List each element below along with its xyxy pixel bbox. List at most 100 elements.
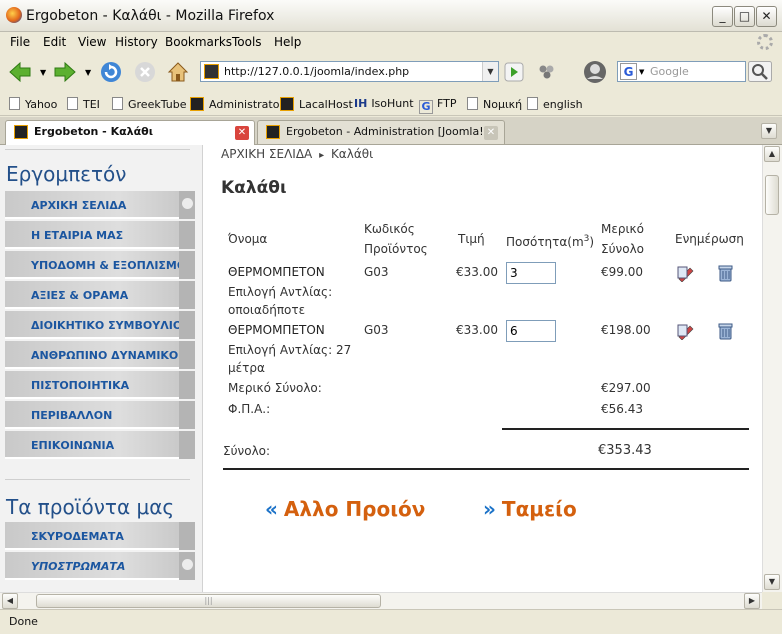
sidebar-item-values[interactable]: ΑΞΙΕΣ & ΟΡΑΜΑ <box>5 281 195 309</box>
sidebar-item-concrete[interactable]: ΣΚΥΡΟΔΕΜΑΤΑ <box>5 522 195 550</box>
bookmark-isohunt[interactable]: IH IsoHunt <box>354 97 414 110</box>
search-box[interactable]: G ▼ Google <box>617 61 746 82</box>
row2-option-line1: Επιλογή Αντλίας: 27 <box>228 343 352 357</box>
menu-history[interactable]: History <box>115 35 158 49</box>
sidebar-item-board[interactable]: ΔΙΟΙΚΗΤΙΚΟ ΣΥΜΒΟΥΛΙΟ <box>5 311 195 339</box>
bookmark-yahoo[interactable]: Yahoo <box>9 97 57 111</box>
sidebar-item-infrastructure[interactable]: ΥΠΟΔΟΜΗ & ΕΞΟΠΛΙΣΜΟΣ <box>5 251 195 279</box>
tab-cart[interactable]: Ergobeton - Καλάθι ✕ <box>5 120 255 145</box>
maximize-button[interactable]: □ <box>734 6 755 27</box>
checkout-link[interactable]: » Ταμείο <box>483 497 577 521</box>
row1-quantity-input[interactable] <box>506 262 556 284</box>
close-tab-icon[interactable]: ✕ <box>235 126 249 140</box>
bookmark-administrator[interactable]: Administrator <box>190 97 284 111</box>
horizontal-scroll-thumb[interactable]: ||| <box>36 594 381 608</box>
home-icon[interactable] <box>166 60 190 84</box>
page-content: Εργομπετόν ΑΡΧΙΚΗ ΣΕΛΙΔΑ Η ΕΤΑΙΡΙΑ ΜΑΣ Υ… <box>0 145 762 592</box>
reload-icon[interactable] <box>99 60 123 84</box>
tab-administration[interactable]: Ergobeton - Administration [Joomla!] ✕ <box>257 120 505 144</box>
extension-icon[interactable] <box>537 62 557 82</box>
page-icon <box>9 97 20 110</box>
header-code-line1: Κωδικός <box>364 222 415 236</box>
sidebar-item-contact[interactable]: ΕΠΙΚΟΙΝΩΝΙΑ <box>5 431 195 459</box>
sidebar-item-environment[interactable]: ΠΕΡΙΒΑΛΛΟΝ <box>5 401 195 429</box>
header-code-line2: Προϊόντος <box>364 242 428 256</box>
search-icon[interactable] <box>748 61 772 82</box>
bullet-icon <box>182 559 193 570</box>
isohunt-icon: IH <box>354 97 368 110</box>
menu-help[interactable]: Help <box>274 35 301 49</box>
subtotal-value: €297.00 <box>601 381 651 395</box>
menu-edit[interactable]: Edit <box>43 35 66 49</box>
close-button[interactable]: ✕ <box>756 6 777 27</box>
search-placeholder[interactable]: Google <box>650 65 689 78</box>
vertical-scroll-thumb[interactable] <box>765 175 779 215</box>
sidebar-item-company[interactable]: Η ΕΤΑΙΡΙΑ ΜΑΣ <box>5 221 195 249</box>
scroll-left-icon[interactable]: ◀ <box>2 593 18 609</box>
row1-delete-bin-icon[interactable] <box>716 264 736 282</box>
close-tab-icon[interactable]: ✕ <box>484 126 498 140</box>
scroll-up-icon[interactable]: ▲ <box>764 146 780 162</box>
search-engine-icon[interactable]: G <box>620 63 637 80</box>
tab-list-dropdown-icon[interactable]: ▼ <box>761 123 777 139</box>
total-value: €353.43 <box>598 443 652 458</box>
row2-option-line2: μέτρα <box>228 361 265 375</box>
scroll-right-icon[interactable]: ▶ <box>744 593 760 609</box>
horizontal-scrollbar[interactable]: ◀ ||| ▶ <box>0 592 762 609</box>
back-history-dropdown-icon[interactable]: ▼ <box>40 68 46 77</box>
forward-history-dropdown-icon[interactable]: ▼ <box>85 68 91 77</box>
row1-update-pencil-icon[interactable] <box>676 264 696 282</box>
bookmark-english[interactable]: english <box>527 97 583 111</box>
vat-label: Φ.Π.Α.: <box>228 402 271 416</box>
bookmark-ftp[interactable]: G FTP <box>419 97 457 114</box>
sidebar-item-certificates[interactable]: ΠΙΣΤΟΠΟΙΗΤΙΚΑ <box>5 371 195 399</box>
joomla-icon <box>280 97 294 111</box>
header-update: Ενημέρωση <box>675 232 744 246</box>
menu-view[interactable]: View <box>78 35 106 49</box>
sidebar-item-substrates[interactable]: ΥΠΟΣΤΡΩΜΑΤΑ <box>5 552 195 580</box>
site-favicon-icon <box>204 64 219 79</box>
go-arrow-icon[interactable] <box>504 62 524 82</box>
scroll-down-icon[interactable]: ▼ <box>764 574 780 590</box>
bookmark-nomiki[interactable]: Νομική <box>467 97 522 111</box>
menu-tools[interactable]: Tools <box>232 35 262 49</box>
vertical-scrollbar[interactable]: ▲ ▼ <box>762 145 782 592</box>
sidebar-item-home[interactable]: ΑΡΧΙΚΗ ΣΕΛΙΔΑ <box>5 191 195 219</box>
page-title: Καλάθι <box>221 178 287 198</box>
row2-update-pencil-icon[interactable] <box>676 322 696 340</box>
stop-icon[interactable] <box>133 60 157 84</box>
bookmark-tei[interactable]: TEI <box>67 97 100 111</box>
back-arrow-icon[interactable] <box>8 60 32 84</box>
header-qty: Ποσότητα(m3) <box>506 234 595 249</box>
bookmark-greektube[interactable]: GreekTube <box>112 97 186 111</box>
addon-badge-icon[interactable] <box>582 59 608 85</box>
row2-quantity-input[interactable] <box>506 320 556 342</box>
totals-rule <box>502 428 749 430</box>
menu-bookmarks[interactable]: Bookmarks <box>165 35 232 49</box>
row1-code: G03 <box>364 265 389 279</box>
joomla-icon <box>190 97 204 111</box>
page-icon <box>527 97 538 110</box>
status-text: Done <box>9 615 38 628</box>
address-bar[interactable]: http://127.0.0.1/joomla/index.php ▼ <box>200 61 499 82</box>
subtotal-label: Μερικό Σύνολο: <box>228 381 322 395</box>
sidebar-item-personnel[interactable]: ΑΝΘΡΩΠΙΝΟ ΔΥΝΑΜΙΚΟ <box>5 341 195 369</box>
divider <box>5 149 190 150</box>
bookmark-lacalhost[interactable]: LacalHost <box>280 97 353 111</box>
divider <box>5 479 190 480</box>
title-bar: Ergobeton - Καλάθι - Mozilla Firefox _ □… <box>0 0 782 32</box>
double-chevron-right-icon: » <box>483 497 496 521</box>
url-text[interactable]: http://127.0.0.1/joomla/index.php <box>224 65 409 78</box>
minimize-button[interactable]: _ <box>712 6 733 27</box>
row2-price: €33.00 <box>456 323 498 337</box>
header-subtotal-line1: Μερικό <box>601 222 644 236</box>
row2-code: G03 <box>364 323 389 337</box>
sidebar-heading-products: Τα προϊόντα μας <box>6 495 175 519</box>
menu-file[interactable]: File <box>10 35 30 49</box>
forward-arrow-icon[interactable] <box>53 60 77 84</box>
search-engine-dropdown-icon[interactable]: ▼ <box>639 68 644 76</box>
breadcrumb-home-link[interactable]: ΑΡΧΙΚΗ ΣΕΛΙΔΑ <box>221 147 312 161</box>
other-product-link[interactable]: «Αλλο Προιόν <box>265 497 425 521</box>
url-history-dropdown-icon[interactable]: ▼ <box>482 62 498 81</box>
row2-delete-bin-icon[interactable] <box>716 322 736 340</box>
